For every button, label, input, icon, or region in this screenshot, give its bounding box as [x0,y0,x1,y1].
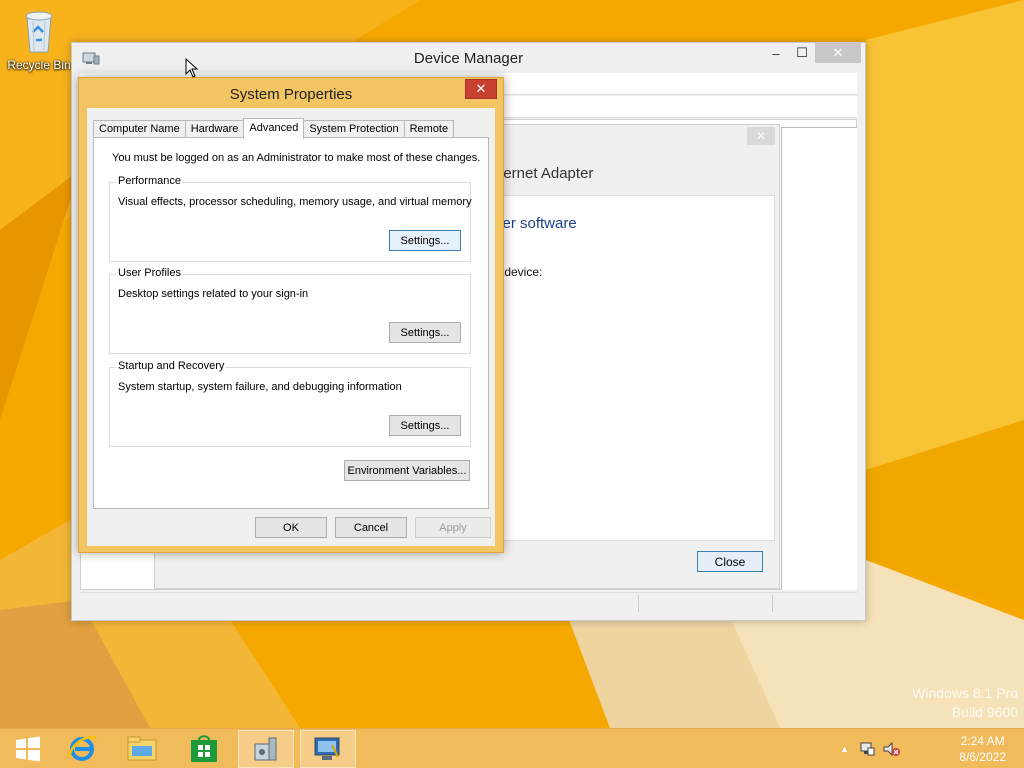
startup-recovery-legend: Startup and Recovery [116,360,227,372]
taskbar-internet-explorer[interactable] [54,729,110,768]
watermark-build: Build 9600 [951,704,1018,720]
system-properties-icon [254,737,277,761]
minimize-button[interactable]: – [763,43,789,63]
startup-recovery-group: Startup and Recovery System startup, sys… [109,360,471,447]
windows-store-icon [191,735,217,762]
user-profiles-settings-button[interactable]: Settings... [389,322,461,343]
cancel-button[interactable]: Cancel [335,517,407,538]
dialog-body: Computer Name Hardware Advanced System P… [87,108,495,546]
status-bar [80,592,857,614]
volume-muted-icon[interactable] [883,741,901,757]
file-explorer-icon [127,736,157,761]
startup-recovery-settings-button[interactable]: Settings... [389,415,461,436]
adapter-close-button[interactable]: Close [697,551,763,572]
performance-description: Visual effects, processor scheduling, me… [118,196,472,208]
mouse-cursor-icon [185,58,199,78]
adapter-name: hernet Adapter [495,165,594,182]
right-pane [781,127,857,590]
system-properties-close-button[interactable]: ✕ [465,79,497,99]
device-manager-icon [314,737,340,760]
driver-software-link[interactable]: ver software [495,215,577,232]
watermark-edition: Windows 8.1 Pro [912,685,1018,701]
internet-explorer-icon [67,736,98,761]
maximize-button[interactable]: ☐ [789,43,815,63]
clock-time: 2:24 AM [960,734,1005,748]
startup-recovery-description: System startup, system failure, and debu… [118,381,402,393]
taskbar-system-properties[interactable] [238,730,294,768]
clock-date: 8/6/2022 [959,750,1006,764]
start-button[interactable] [0,729,56,768]
tab-system-protection[interactable]: System Protection [303,120,405,138]
show-hidden-icons-button[interactable]: ▲ [840,744,849,754]
environment-variables-button[interactable]: Environment Variables... [344,460,470,481]
windows-start-icon [16,736,40,762]
tab-advanced[interactable]: Advanced [243,118,305,139]
advanced-tab-page: You must be logged on as an Administrato… [93,137,489,509]
adapter-dialog-close-button[interactable]: ✕ [747,127,775,145]
performance-legend: Performance [116,175,183,187]
ok-button[interactable]: OK [255,517,327,538]
os-watermark: Windows 8.1 Pro Build 9600 [912,684,1018,722]
user-profiles-group: User Profiles Desktop settings related t… [109,267,471,354]
system-properties-dialog[interactable]: System Properties ✕ Computer Name Hardwa… [78,77,504,553]
taskbar-file-explorer[interactable] [114,729,170,768]
close-button[interactable]: ✕ [815,43,861,63]
performance-settings-button[interactable]: Settings... [389,230,461,251]
apply-button[interactable]: Apply [415,517,491,538]
system-tray: ▲ [840,729,901,768]
recycle-bin-icon [25,11,53,53]
tab-hardware[interactable]: Hardware [184,120,245,138]
system-properties-title: System Properties [229,86,353,103]
admin-note: You must be logged on as an Administrato… [112,152,481,164]
taskbar-store[interactable] [176,729,232,768]
tab-strip: Computer Name Hardware Advanced System P… [93,118,455,139]
user-profiles-description: Desktop settings related to your sign-in [118,288,309,300]
taskbar-device-manager[interactable] [300,730,356,768]
user-profiles-legend: User Profiles [116,267,183,279]
recycle-bin-label: Recycle Bin [7,58,71,72]
recycle-bin[interactable]: Recycle Bin [4,6,74,72]
tab-computer-name[interactable]: Computer Name [93,120,186,138]
network-icon[interactable] [859,741,875,757]
tab-remote[interactable]: Remote [403,120,455,138]
taskbar: ▲ 2:24 AM 8/6/2022 [0,728,1024,768]
clock[interactable]: 2:24 AM 8/6/2022 [959,733,1006,765]
performance-group: Performance Visual effects, processor sc… [109,175,472,262]
